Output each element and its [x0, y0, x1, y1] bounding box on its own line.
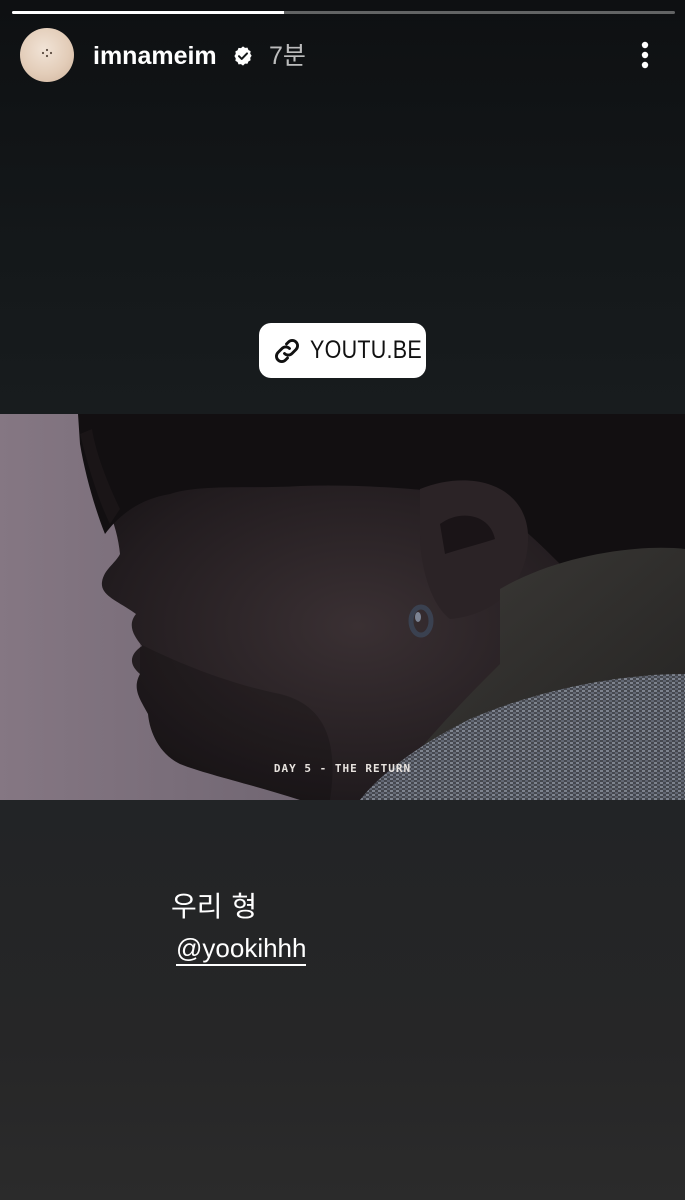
- story-viewer[interactable]: imnameim 7분 YOUTU.BE DAY 5 - THE RETURN …: [0, 0, 685, 1200]
- story-text-overlay: 우리 형: [171, 890, 258, 923]
- avatar-tattoo-mark: [41, 48, 53, 58]
- story-progress-fill: [12, 11, 284, 14]
- video-caption: DAY 5 - THE RETURN: [273, 762, 412, 775]
- link-icon: [275, 338, 299, 363]
- more-options-button[interactable]: [628, 36, 662, 74]
- verified-badge-icon: [234, 46, 252, 66]
- username[interactable]: imnameim: [93, 40, 217, 72]
- story-progress-bar: [12, 11, 675, 14]
- video-thumbnail-image: [0, 414, 685, 800]
- shared-video-frame: [0, 414, 685, 800]
- profile-avatar[interactable]: [20, 28, 74, 82]
- link-sticker-label: YOUTU.BE: [310, 336, 422, 364]
- link-sticker[interactable]: YOUTU.BE: [259, 323, 426, 378]
- mention-sticker[interactable]: @yookihhh: [176, 932, 307, 966]
- post-time: 7분: [269, 42, 306, 70]
- story-background-bottom: [0, 799, 685, 1200]
- more-vertical-icon: [641, 41, 649, 69]
